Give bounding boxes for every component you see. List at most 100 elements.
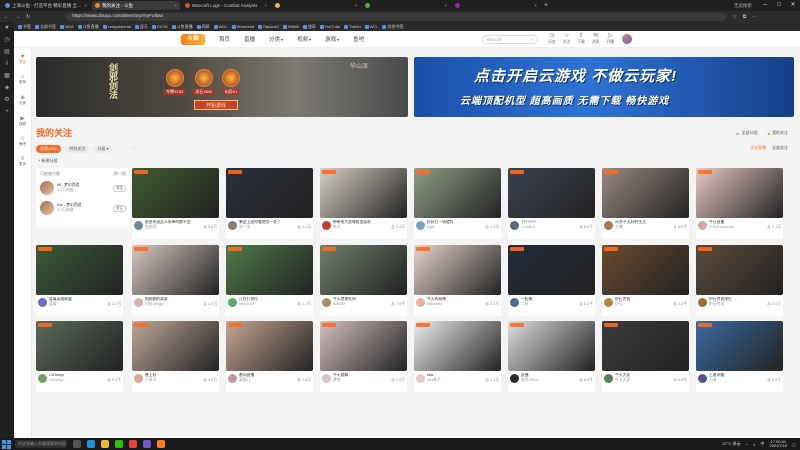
avatar[interactable] [134, 298, 143, 307]
filter-tab[interactable]: 特别关注 [65, 145, 90, 153]
input-lang[interactable]: 中 [760, 441, 764, 447]
rail-item[interactable]: ⌂ 推荐 [19, 74, 26, 85]
nav-item[interactable]: 直播 [244, 35, 255, 43]
volume-icon[interactable]: ◖ [753, 442, 755, 447]
extensions-icon[interactable]: ⧉ [743, 14, 747, 20]
bookmark-item[interactable]: 斗鱼直播 [77, 24, 99, 30]
streamer-name[interactable]: 主播 [615, 225, 623, 230]
browser-tab[interactable]: × [362, 1, 450, 10]
stream-thumbnail[interactable] [320, 321, 407, 371]
bookmark-item[interactable]: NGA [60, 24, 74, 29]
bookmark-item[interactable]: 网易 [196, 24, 210, 30]
back-icon[interactable]: ← [4, 14, 9, 20]
avatar[interactable] [604, 221, 613, 230]
streamer-name[interactable]: AIM4M [333, 302, 345, 307]
avatar[interactable] [322, 298, 331, 307]
nav-item[interactable]: 视频 ▾ [297, 35, 311, 44]
tab-close-icon[interactable]: × [264, 3, 267, 8]
stream-card[interactable]: 炉石传说 炉石 ♨ 4.8千 [602, 245, 689, 316]
follow-button[interactable]: 关注 [113, 204, 126, 212]
browser-tab[interactable]: × [272, 1, 360, 10]
stream-card[interactable]: 带带老大是哪组里面呢 老大 ♨ 3.4万 [320, 168, 407, 239]
stream-thumbnail[interactable] [320, 168, 407, 218]
avatar[interactable] [322, 221, 331, 230]
avatar[interactable] [622, 34, 633, 44]
stream-thumbnail[interactable] [602, 168, 689, 218]
bookmark-item[interactable]: Bilibili [283, 24, 299, 29]
header-历史-button[interactable]: ◷ 历史 [548, 33, 556, 45]
avatar[interactable] [322, 374, 331, 383]
streamer-name[interactable]: 炉石 [615, 302, 623, 307]
stream-thumbnail[interactable] [320, 245, 407, 295]
stream-thumbnail[interactable] [36, 245, 123, 295]
avatar[interactable] [416, 221, 425, 230]
avatar[interactable] [228, 374, 237, 383]
avatar[interactable] [698, 374, 707, 383]
streamer-name[interactable]: LVDedyv [49, 378, 64, 383]
avatar[interactable] [134, 221, 143, 230]
stream-card[interactable]: 直播 老色Olivia ♨ 8.4千 [508, 321, 595, 392]
filter-all[interactable]: 全部关注 [772, 145, 788, 151]
stream-thumbnail[interactable] [508, 168, 595, 218]
rail-item[interactable]: ☺ 鱼吧 [19, 136, 26, 147]
browser-tab[interactable]: × [452, 1, 540, 10]
menu-icon[interactable]: ⋯ [752, 14, 757, 20]
avatar[interactable] [416, 298, 425, 307]
wechat-icon[interactable] [115, 440, 123, 448]
new-tab-button[interactable]: + [544, 2, 548, 9]
stream-card[interactable]: 照顾她的弟弟 阿拉dengyi ♨ 1.9万 [132, 245, 219, 316]
forward-icon[interactable]: → [15, 14, 20, 20]
avatar[interactable] [698, 298, 707, 307]
rail-item[interactable]: ♥ 关注 [19, 54, 26, 65]
search-icon[interactable]: ⌕ [531, 37, 534, 42]
edge-icon[interactable] [87, 440, 95, 448]
avatar[interactable] [698, 221, 707, 230]
streamer-name[interactable]: 炉石传说 [709, 302, 724, 307]
add-icon[interactable]: + [4, 109, 11, 116]
nav-item[interactable]: 鱼吧 [353, 35, 364, 43]
group-link[interactable]: ▭ 全部分组 [736, 130, 758, 136]
streamer-name[interactable]: 老大 [333, 225, 341, 230]
stream-thumbnail[interactable] [602, 245, 689, 295]
browser-tab[interactable]: Warcraft Logs - Combat Analysis × [182, 1, 270, 10]
star-icon[interactable]: ☆ [732, 14, 736, 20]
stream-card[interactable]: 今天大家 今天大家 ♨ 6.0千 [602, 321, 689, 392]
app-icon[interactable] [157, 440, 165, 448]
stream-card[interactable]: 20岁不太好的生活 主播 ♨ 6.5千 [602, 168, 689, 239]
bookmark-item[interactable]: 其他书签 [382, 24, 403, 30]
stream-thumbnail[interactable] [132, 321, 219, 371]
stream-card[interactable]: 今日直播 ZHDKVanessa ♨ 4.1万 [696, 168, 783, 239]
stream-thumbnail[interactable] [602, 321, 689, 371]
stream-card[interactable]: 一起来 二叶 ♨ 5.2千 [508, 245, 595, 316]
banner-game-ad[interactable]: 剑邪剑法 令牌X100 灵石X5W 化药X1 开始游戏 华山派 [36, 57, 408, 117]
avatar[interactable] [38, 374, 47, 383]
streamer-name[interactable]: 今天大家 [615, 378, 630, 383]
network-icon[interactable]: ◔ [746, 442, 748, 447]
stream-thumbnail[interactable] [36, 321, 123, 371]
browser-tab[interactable]: 我的关注 - 斗鱼 × [92, 1, 180, 10]
history-icon[interactable]: ◷ [4, 37, 11, 44]
add-group-button[interactable]: + 新建分组 [38, 158, 57, 164]
bookmark-item[interactable]: Leaguepedia [102, 24, 131, 29]
taskbar-search[interactable]: 在这里输入你要搜索的内容 [15, 440, 67, 448]
avatar[interactable] [416, 374, 425, 383]
stream-card[interactable]: 晚上好 小胖子 ♨ 3.6万 [132, 321, 219, 392]
streamer-name[interactable]: ImpOUO [239, 302, 254, 307]
avatar[interactable] [510, 374, 519, 383]
browser-tab[interactable]: 上海斗鱼 - 打造平台 精彩直播 全民嗨 × [2, 1, 90, 10]
stream-thumbnail[interactable] [414, 168, 501, 218]
stream-card[interactable]: 王者荣耀 王者 ♨ 5.5千 [696, 321, 783, 392]
stream-thumbnail[interactable] [696, 245, 783, 295]
bookmark-item[interactable]: 全部书签 [35, 24, 56, 30]
bookmark-item[interactable]: WCL [213, 24, 228, 29]
tools-icon[interactable]: ⚙ [4, 97, 11, 104]
avatar[interactable] [38, 298, 47, 307]
avatar[interactable] [40, 201, 54, 215]
games-icon[interactable]: ◈ [4, 85, 11, 92]
bookmark-item[interactable]: Twitch [344, 24, 361, 29]
close-icon[interactable]: ✕ [786, 0, 800, 11]
streamer-name[interactable]: 二叶 [521, 302, 529, 307]
banner-start-button[interactable]: 开始游戏 [194, 100, 238, 110]
settings-icon[interactable]: ◌ [132, 146, 135, 152]
banner-cloud-game[interactable]: 点击开启云游戏 不做云玩家! 云端顶配机型 超高画质 无需下载 畅快游戏 [414, 57, 794, 117]
